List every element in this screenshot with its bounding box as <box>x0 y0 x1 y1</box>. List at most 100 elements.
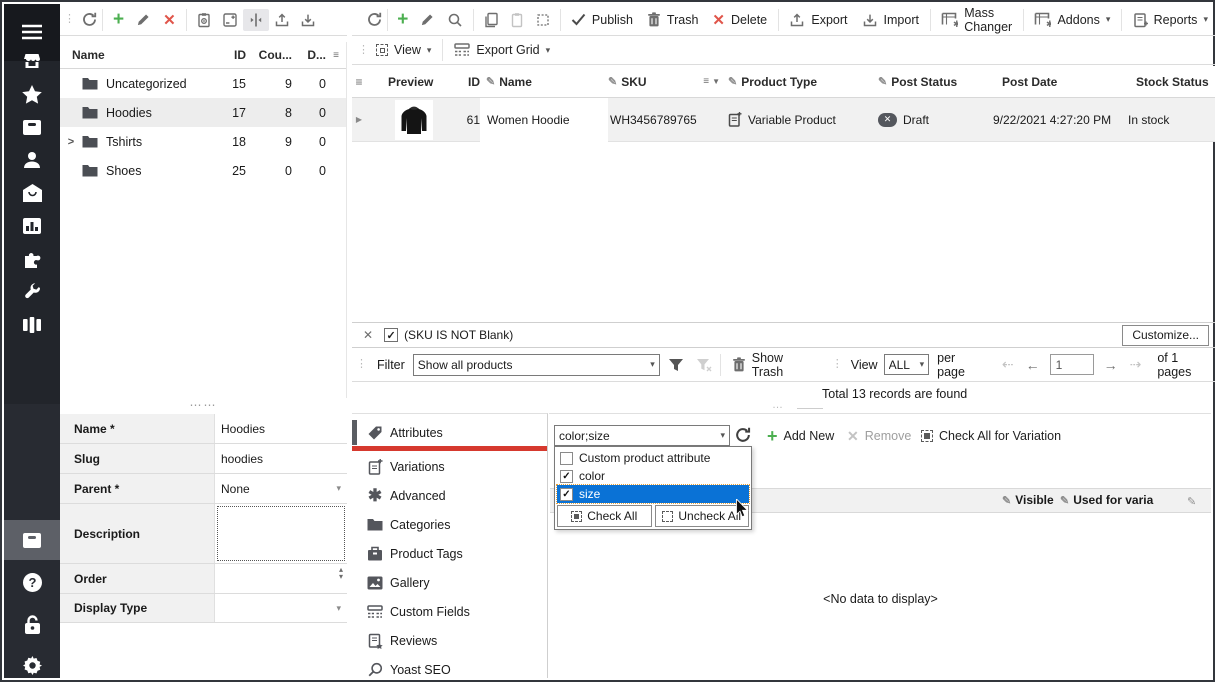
next-page-button[interactable]: → <box>1098 357 1124 373</box>
col-post-status[interactable]: ✎Post Status <box>878 75 988 89</box>
clear-filter-funnel-icon[interactable] <box>692 358 716 372</box>
download-icon[interactable] <box>295 12 321 28</box>
edit-product-icon[interactable] <box>414 12 441 27</box>
orders-bag-icon[interactable] <box>4 176 60 210</box>
col-preview[interactable]: Preview <box>366 75 462 89</box>
delete-category-icon[interactable]: ✕ <box>157 11 182 29</box>
spinner-down-icon[interactable]: ▾ <box>339 573 343 580</box>
paste-special-icon[interactable] <box>530 12 556 28</box>
tab-advanced[interactable]: ✱ Advanced <box>352 481 547 510</box>
col-d[interactable]: D... <box>292 48 326 62</box>
refresh-icon[interactable] <box>81 11 98 28</box>
display-type-select[interactable]: ▾ <box>215 594 347 622</box>
col-id[interactable]: ID <box>208 48 246 62</box>
product-filter-select[interactable]: Show all products ▾ <box>413 354 660 376</box>
remove-filter-icon[interactable]: ✕ <box>358 328 378 342</box>
publish-button[interactable]: Publish <box>564 7 640 33</box>
refresh-icon[interactable] <box>366 11 383 28</box>
customers-icon[interactable] <box>4 143 60 177</box>
col-visible[interactable]: ✎Visible <box>1002 493 1054 507</box>
preview-clipboard-icon[interactable] <box>191 12 217 28</box>
description-field[interactable] <box>215 504 347 563</box>
cell-post-date[interactable]: 9/22/2021 4:27:20 PM <box>988 113 1118 127</box>
drag-handle[interactable]: ⋮ <box>832 362 843 367</box>
col-used-for-variation[interactable]: ✎Used for varia <box>1060 493 1153 507</box>
cell-post-status[interactable]: ✕ Draft <box>878 113 988 127</box>
search-icon[interactable] <box>441 12 469 28</box>
paste-icon[interactable] <box>504 12 530 28</box>
product-row[interactable]: ▶ 61 Women Hoodie WH3456789765 Variable … <box>352 98 1215 142</box>
col-id[interactable]: ID <box>462 75 480 89</box>
add-category-icon[interactable]: + <box>107 9 130 31</box>
name-field[interactable]: Hoodies <box>215 414 347 443</box>
checkbox-checked[interactable]: ✓ <box>560 488 573 501</box>
apply-filter-funnel-icon[interactable] <box>660 358 692 372</box>
image-adjust-icon[interactable] <box>217 12 243 28</box>
tab-categories[interactable]: Categories <box>352 510 547 539</box>
checkbox-checked[interactable]: ✓ <box>560 470 573 483</box>
tab-attributes[interactable]: Attributes <box>352 419 547 446</box>
tree-row-uncategorized[interactable]: Uncategorized 15 9 0 <box>60 69 346 98</box>
settings-gear-icon[interactable] <box>4 648 60 682</box>
cell-name[interactable]: Women Hoodie <box>480 98 608 142</box>
slug-field[interactable]: hoodies <box>215 444 347 473</box>
dropdown-item-color[interactable]: ✓ color <box>557 467 749 485</box>
tab-yoast-seo[interactable]: Yoast SEO <box>352 655 547 684</box>
toolbar-drag-handle[interactable]: ⋮ <box>358 48 369 53</box>
col-name[interactable]: Name <box>72 48 208 62</box>
splitter-handle[interactable]: … <box>772 403 785 408</box>
customize-button[interactable]: Customize... <box>1122 325 1209 346</box>
toolbar-drag-handle[interactable]: ⋮ <box>64 17 75 22</box>
tools-wrench-icon[interactable] <box>4 275 60 309</box>
parent-select[interactable]: None ▾ <box>215 474 347 503</box>
delete-button[interactable]: ✕ Delete <box>705 7 774 33</box>
split-view-icon[interactable] <box>243 9 269 31</box>
tree-expand-icon[interactable]: > <box>60 136 82 148</box>
col-name[interactable]: ✎Name <box>480 75 608 89</box>
products-drawer-icon[interactable] <box>4 110 60 144</box>
show-trash-button[interactable]: Show Trash <box>725 352 824 378</box>
cell-stock-status[interactable]: In stock <box>1118 113 1215 127</box>
add-new-button[interactable]: + Add New <box>760 423 841 449</box>
categories-drawer-icon[interactable] <box>4 523 60 557</box>
copy-icon[interactable] <box>478 12 504 28</box>
mass-changer-button[interactable]: ✱ Mass Changer <box>934 7 1019 33</box>
tree-row-tshirts[interactable]: > Tshirts 18 9 0 <box>60 127 346 156</box>
tab-variations[interactable]: Variations <box>352 452 547 481</box>
dropdown-item-custom-attribute[interactable]: Custom product attribute <box>557 449 749 467</box>
col-product-type[interactable]: ✎Product Type <box>728 75 878 89</box>
sort-asc-icon[interactable]: ≡ <box>703 76 709 87</box>
row-expander-icon[interactable]: ▶ <box>352 115 366 124</box>
description-textarea[interactable] <box>217 506 345 561</box>
horizontal-splitter-handle[interactable]: ⋯⋯ <box>60 400 347 414</box>
trash-button[interactable]: Trash <box>640 7 706 33</box>
store-icon[interactable] <box>4 44 60 78</box>
tab-product-tags[interactable]: Product Tags <box>352 539 547 568</box>
drag-handle[interactable]: ⋮ <box>356 362 367 367</box>
product-thumbnail[interactable] <box>366 100 462 140</box>
export-button[interactable]: Export <box>782 7 854 33</box>
tab-reviews[interactable]: Reviews <box>352 626 547 655</box>
cell-id[interactable]: 61 <box>462 113 480 127</box>
cell-sku[interactable]: WH3456789765 <box>608 113 728 127</box>
prev-page-button[interactable]: ← <box>1020 357 1046 373</box>
import-button[interactable]: Import <box>855 7 926 33</box>
cell-product-type[interactable]: Variable Product <box>728 112 878 127</box>
library-columns-icon[interactable] <box>4 308 60 342</box>
tree-row-shoes[interactable]: Shoes 25 0 0 <box>60 156 346 185</box>
col-count[interactable]: Cou... <box>246 48 292 62</box>
page-number-input[interactable] <box>1050 354 1094 375</box>
row-menu-icon[interactable]: ≡ <box>352 75 366 89</box>
first-page-button[interactable]: ⇠ <box>996 356 1020 373</box>
upload-icon[interactable] <box>269 12 295 28</box>
refresh-attributes-icon[interactable] <box>734 426 752 444</box>
col-stock-status[interactable]: Stock Status <box>1118 75 1215 89</box>
last-page-button[interactable]: ⇢ <box>1124 356 1148 373</box>
order-spinner[interactable]: ▴ ▾ <box>215 564 347 593</box>
checkbox-unchecked[interactable] <box>560 452 573 465</box>
pencil-icon[interactable]: ✎ <box>1187 495 1196 508</box>
check-all-button[interactable]: Check All <box>557 505 652 527</box>
per-page-select[interactable]: ALL ▾ <box>884 354 930 375</box>
addons-button[interactable]: ✱ Addons ▾ <box>1027 7 1117 33</box>
check-all-for-variation-button[interactable]: Check All for Variation <box>914 423 1068 449</box>
